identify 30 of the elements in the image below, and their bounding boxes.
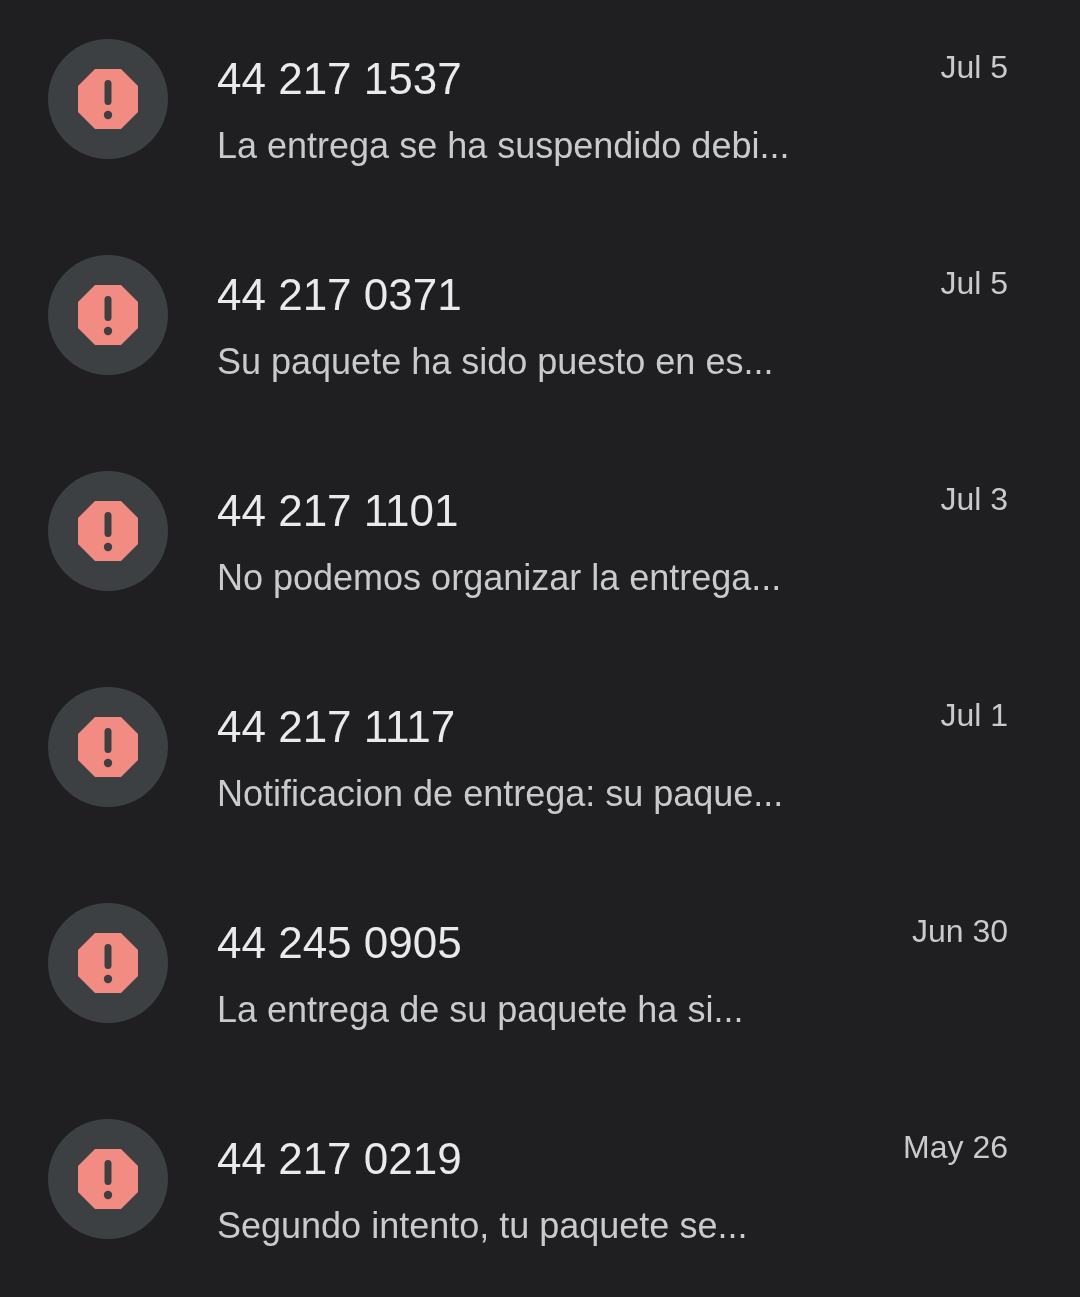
message-preview: La entrega de su paquete ha si... <box>217 988 745 1032</box>
sender-number: 44 217 0219 <box>217 1134 463 1184</box>
message-preview: La entrega se ha suspendido debi... <box>217 124 791 168</box>
sender-number: 44 217 1101 <box>217 486 460 536</box>
conversation-item[interactable]: 44 217 1101 No podemos organizar la entrega... Jul 3 <box>0 432 1080 648</box>
message-preview: Notificacion de entrega: su paque... <box>217 772 785 816</box>
message-preview: Segundo intento, tu paquete se... <box>217 1204 749 1248</box>
conversation-item[interactable]: 44 217 1117 Notificacion de entrega: su paque... Jul 1 <box>0 648 1080 864</box>
message-date: Jul 1 <box>940 697 1008 733</box>
warning-octagon-icon <box>76 1147 140 1211</box>
conversation-item[interactable]: 44 245 0905 La entrega de su paquete ha si... Jun 30 <box>0 864 1080 1080</box>
message-date: May 26 <box>903 1129 1008 1165</box>
message-date: Jun 30 <box>911 913 1008 949</box>
warning-octagon-icon <box>76 931 140 995</box>
conversation-item[interactable]: 44 217 1537 La entrega se ha suspendido debi... Jul 5 <box>0 0 1080 216</box>
message-preview: No podemos organizar la entrega... <box>217 556 783 600</box>
sender-number: 44 245 0905 <box>217 918 463 968</box>
conversation-item[interactable]: 44 217 0371 Su paquete ha sido puesto en es... Jul 5 <box>0 216 1080 432</box>
warning-octagon-icon <box>76 499 140 563</box>
warning-octagon-icon <box>76 67 140 131</box>
message-preview: Su paquete ha sido puesto en es... <box>217 340 775 384</box>
sender-number: 44 217 1537 <box>217 54 463 104</box>
conversation-item[interactable]: 44 217 0219 Segundo intento, tu paquete se... May 26 <box>0 1080 1080 1296</box>
message-date: Jul 5 <box>940 265 1008 301</box>
warning-octagon-icon <box>76 283 140 347</box>
sender-number: 44 217 1117 <box>217 702 457 752</box>
message-date: Jul 3 <box>940 481 1008 517</box>
sender-number: 44 217 0371 <box>217 270 463 320</box>
warning-octagon-icon <box>76 715 140 779</box>
message-date: Jul 5 <box>940 49 1008 85</box>
